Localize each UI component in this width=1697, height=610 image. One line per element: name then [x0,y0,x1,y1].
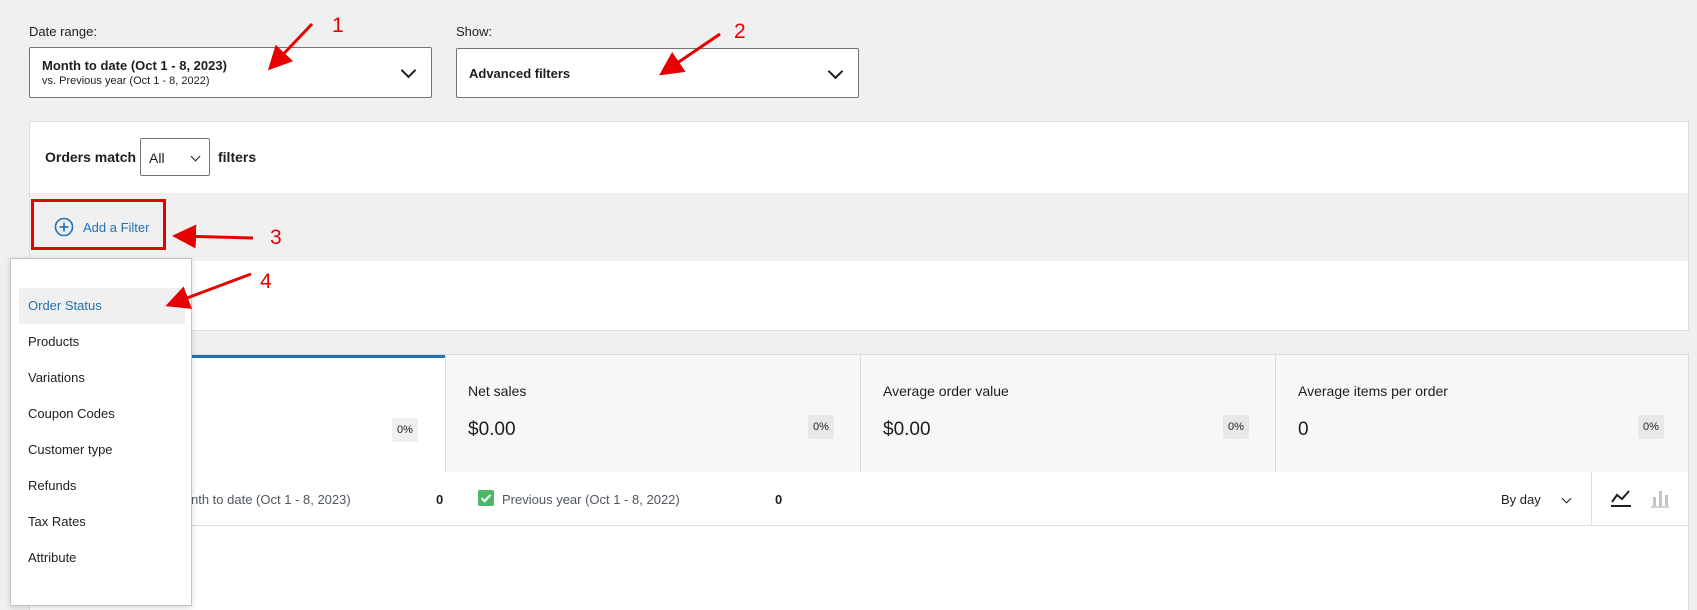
annotation-number-3: 3 [270,226,282,249]
annotation-arrow-1 [267,22,314,71]
annotation-number-1: 1 [332,14,344,37]
annotation-arrow-4 [165,272,252,309]
annotation-arrows [165,22,721,309]
annotation-arrow-2 [659,32,721,76]
annotation-number-2: 2 [734,20,746,43]
annotation-arrow-3 [172,224,254,249]
annotation-number-4: 4 [260,270,272,293]
